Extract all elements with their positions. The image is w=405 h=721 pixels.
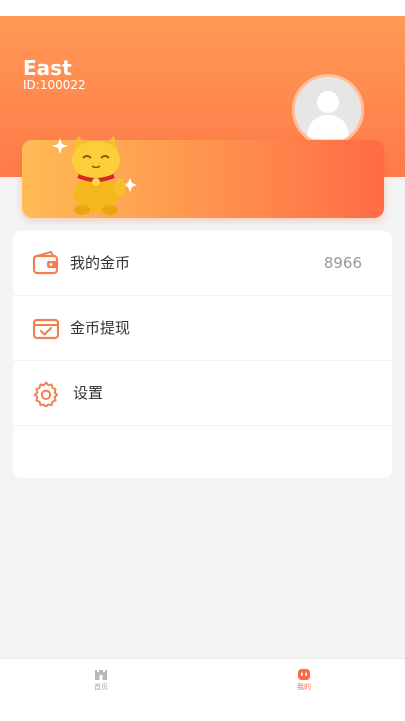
coin-balance: 8966: [323, 254, 362, 272]
tab-mine-label: 我的: [297, 683, 311, 691]
tab-home[interactable]: 首页: [71, 667, 131, 692]
tab-home-label: 首页: [94, 683, 108, 691]
menu-card: 我的金币 8966 金币提现 设置: [13, 231, 392, 478]
avatar[interactable]: [292, 74, 364, 146]
user-id: ID:100022: [23, 78, 86, 92]
robot-face-icon: [298, 669, 310, 680]
card-check-icon: [33, 318, 59, 340]
menu-item-label: 设置: [73, 384, 104, 402]
wallet-icon: [33, 251, 59, 275]
menu-item-label: 金币提现: [70, 319, 131, 337]
menu-item-withdraw-coins[interactable]: 金币提现: [13, 296, 392, 361]
bottom-tab-bar: 首页 我的: [0, 658, 405, 721]
castle-icon: [95, 670, 107, 680]
default-user-icon: [295, 77, 361, 143]
tab-mine[interactable]: 我的: [274, 667, 334, 692]
menu-item-my-coins[interactable]: 我的金币 8966: [13, 231, 392, 296]
lucky-cat-icon: [52, 136, 137, 215]
menu-item-label: 我的金币: [70, 254, 131, 272]
username: East: [23, 56, 72, 80]
menu-item-settings[interactable]: 设置: [13, 361, 392, 426]
status-bar: [0, 0, 405, 16]
gear-icon: [33, 381, 59, 407]
lucky-cat-banner[interactable]: [22, 136, 384, 218]
